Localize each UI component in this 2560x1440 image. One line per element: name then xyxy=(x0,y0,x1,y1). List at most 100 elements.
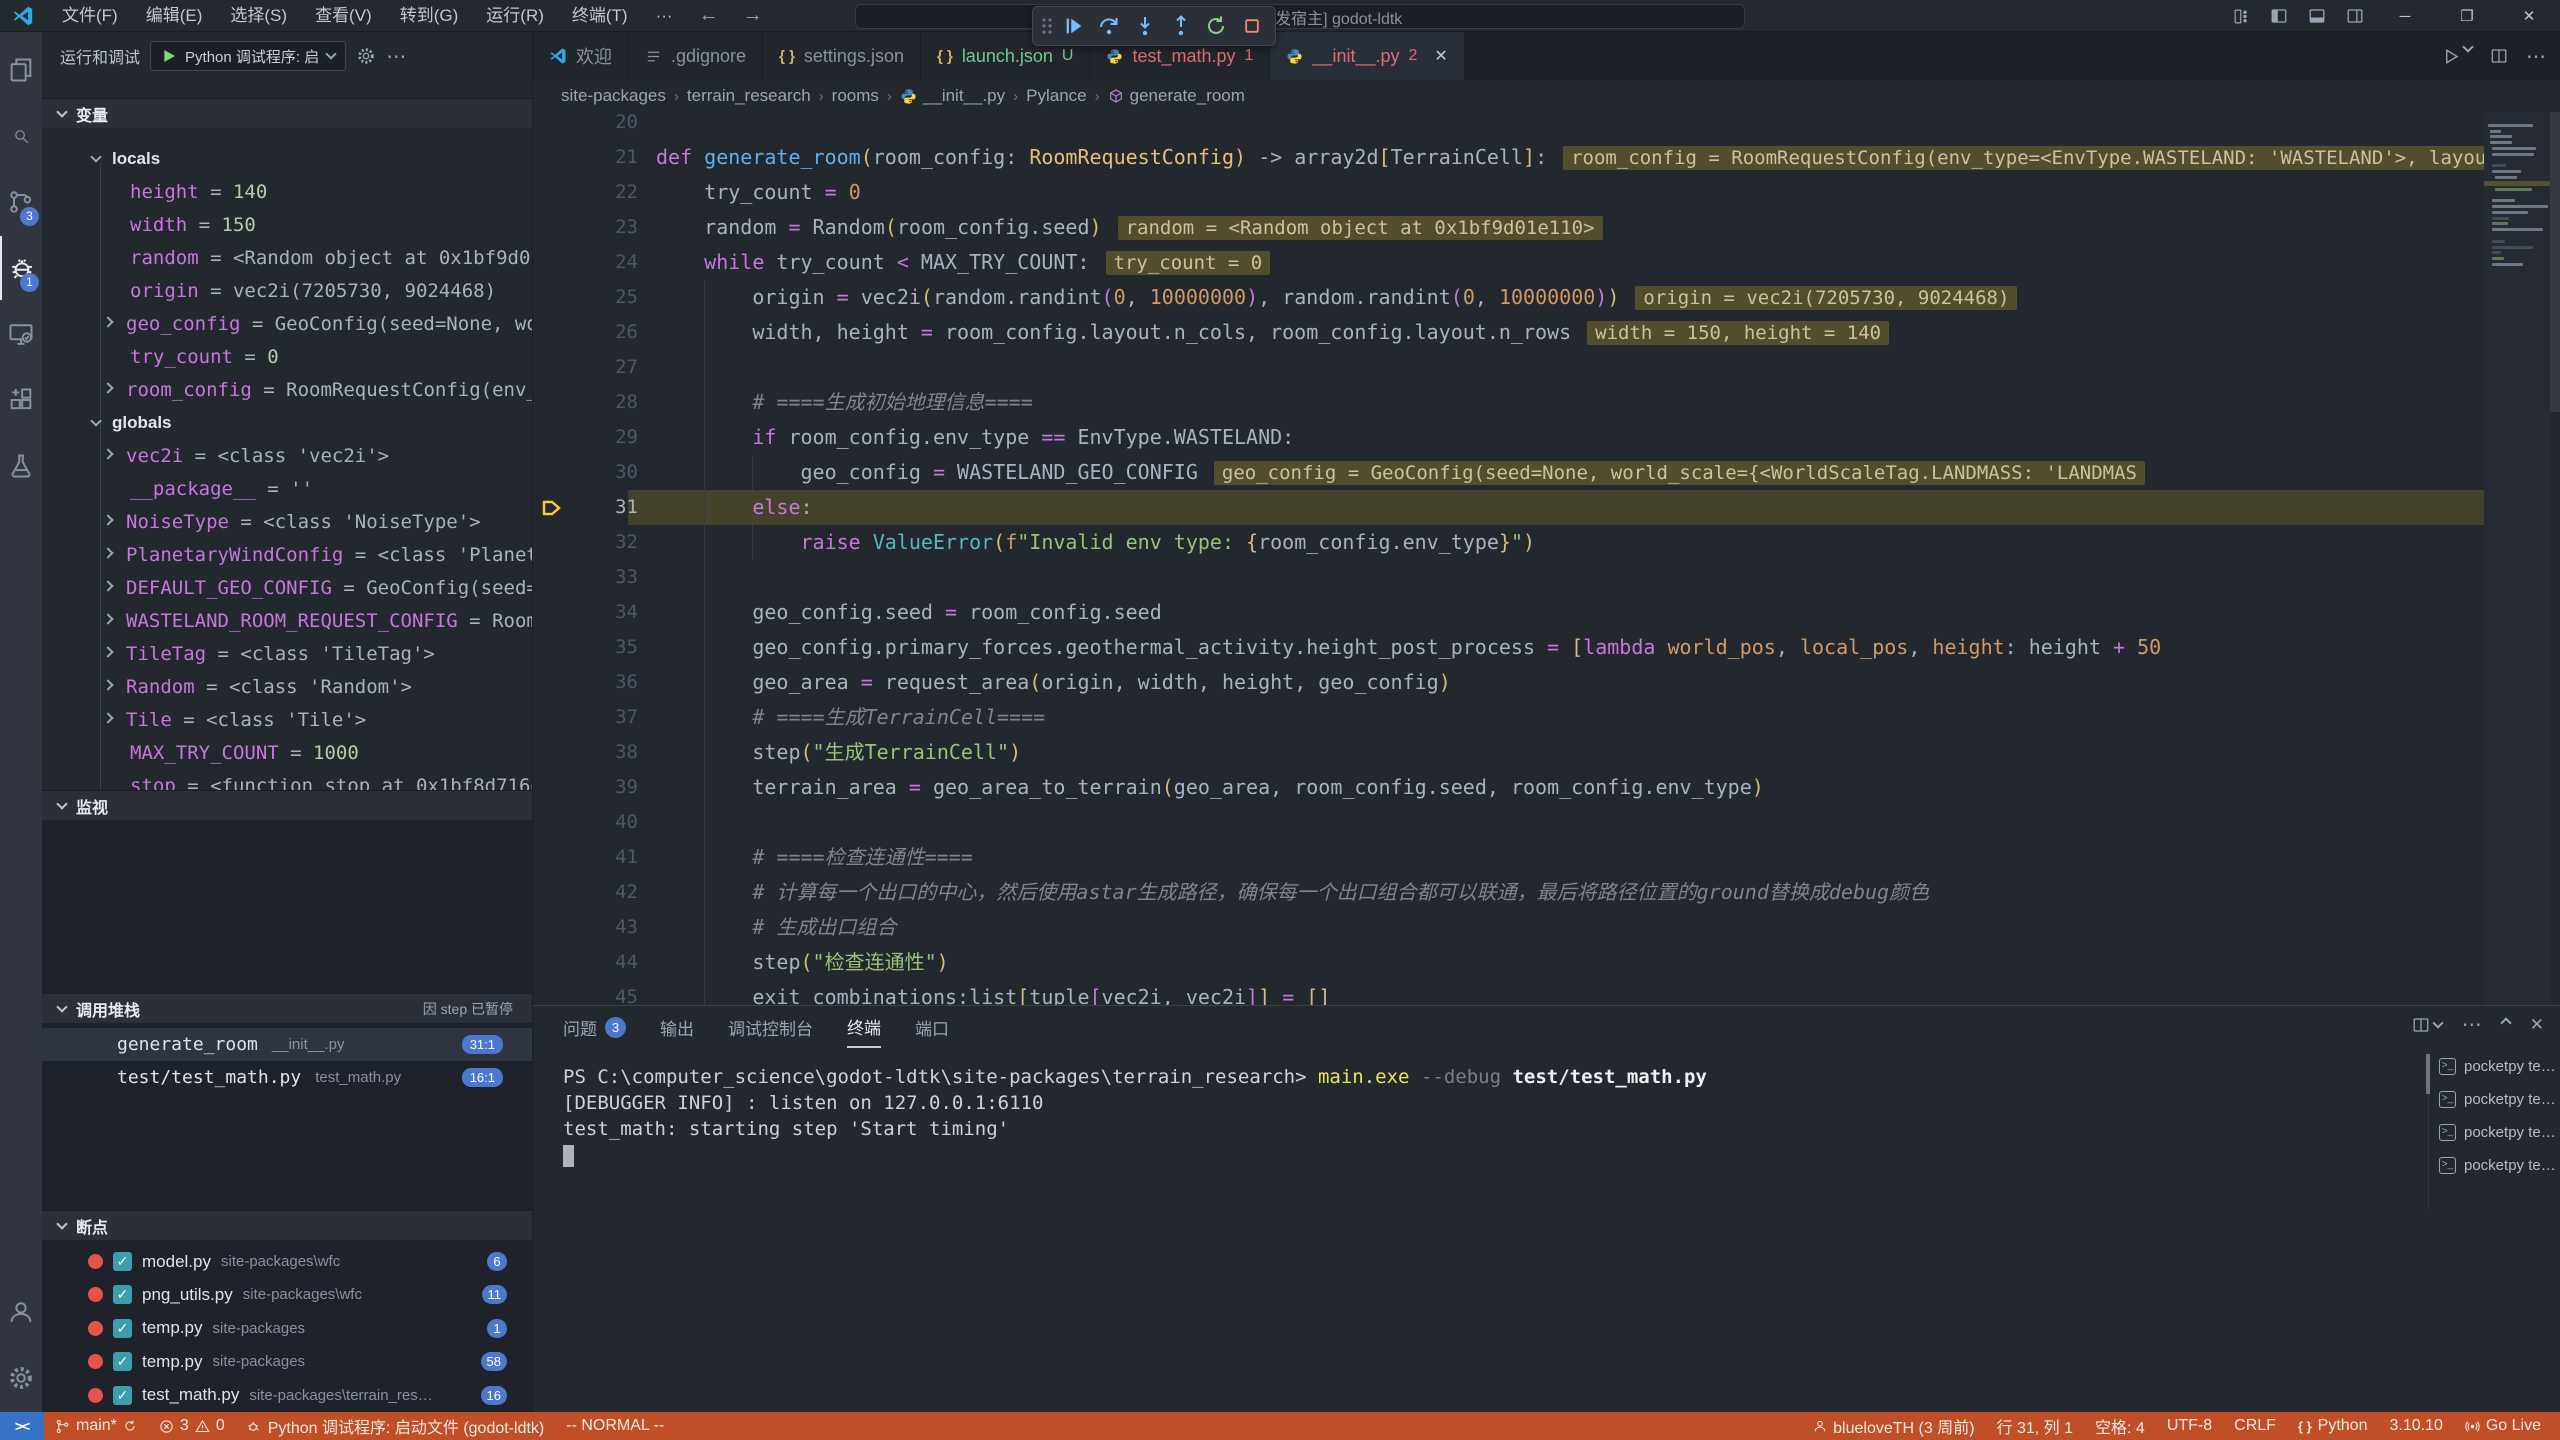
variable-row[interactable]: __package__ = '' xyxy=(42,472,533,505)
close-icon[interactable]: ✕ xyxy=(1434,46,1447,66)
code-line-23[interactable]: 23 random = Random(room_config.seed)rand… xyxy=(533,210,2560,245)
step-over-button[interactable] xyxy=(1095,11,1125,41)
breakpoint-row[interactable]: ✓model.pysite-packages\wfc6 xyxy=(42,1245,533,1278)
code-line-24[interactable]: 24 while try_count < MAX_TRY_COUNT:try_c… xyxy=(533,245,2560,280)
restart-button[interactable] xyxy=(1202,11,1232,41)
terminal-list-item[interactable]: >_pocketpy te… xyxy=(2429,1149,2560,1182)
terminal-list-item[interactable]: >_pocketpy te… xyxy=(2429,1083,2560,1116)
breakpoint-row[interactable]: ✓test_math.pysite-packages\terrain_res…1… xyxy=(42,1379,533,1412)
extensions-icon[interactable] xyxy=(0,368,42,432)
toggle-aux-icon[interactable] xyxy=(2336,0,2374,32)
variable-row[interactable]: geo_config = GeoConfig(seed=None, wor… xyxy=(42,307,533,340)
code-line-44[interactable]: 44 step("检查连通性") xyxy=(533,945,2560,980)
breadcrumb-item[interactable]: site-packages xyxy=(561,86,666,106)
variable-row[interactable]: DEFAULT_GEO_CONFIG = GeoConfig(seed=1… xyxy=(42,571,533,604)
code-line-40[interactable]: 40 xyxy=(533,805,2560,840)
code-line-32[interactable]: 32 raise ValueError(f"Invalid env type: … xyxy=(533,525,2560,560)
code-line-35[interactable]: 35 geo_config.primary_forces.geothermal_… xyxy=(533,630,2560,665)
variable-row[interactable]: stop = <function stop at 0x1bf8d716d xyxy=(42,769,533,790)
breakpoint-checkbox[interactable]: ✓ xyxy=(113,1252,132,1271)
panel-tab-终端[interactable]: 终端 xyxy=(847,1006,881,1048)
variables-group[interactable]: globals xyxy=(42,406,533,439)
testing-icon[interactable] xyxy=(0,434,42,498)
variable-row[interactable]: Random = <class 'Random'> xyxy=(42,670,533,703)
variable-row[interactable]: origin = vec2i(7205730, 9024468) xyxy=(42,274,533,307)
menu-2[interactable]: 选择(S) xyxy=(216,0,301,32)
terminal-output[interactable]: PS C:\computer_science\godot-ldtk\site-p… xyxy=(563,1064,1707,1167)
panel-tab-输出[interactable]: 输出 xyxy=(660,1006,694,1048)
status-item[interactable]: >< xyxy=(0,1412,44,1440)
breakpoint-checkbox[interactable]: ✓ xyxy=(113,1386,132,1405)
code-line-42[interactable]: 42 # 计算每一个出口的中心，然后使用astar生成路径，确保每一个出口组合都… xyxy=(533,875,2560,910)
code-line-37[interactable]: 37 # ====生成TerrainCell==== xyxy=(533,700,2560,735)
stack-frame[interactable]: generate_room__init__.py31:1 xyxy=(42,1028,533,1061)
status-item-blueloveTH3[interactable]: blueloveTH (3 周前) xyxy=(1802,1412,1985,1440)
stop-button[interactable] xyxy=(1237,11,1267,41)
tab-[interactable]: 欢迎 xyxy=(533,32,629,80)
status-item-NORMAL[interactable]: -- NORMAL -- xyxy=(555,1412,675,1440)
variable-row[interactable]: TileTag = <class 'TileTag'> xyxy=(42,637,533,670)
step-into-button[interactable] xyxy=(1130,11,1160,41)
restore-button[interactable]: ❐ xyxy=(2436,0,2498,32)
start-debug-icon[interactable] xyxy=(161,48,177,64)
code-line-34[interactable]: 34 geo_config.seed = room_config.seed xyxy=(533,595,2560,630)
variables-group[interactable]: locals xyxy=(42,142,533,175)
menu-5[interactable]: 运行(R) xyxy=(472,0,558,32)
variable-row[interactable]: Tile = <class 'Tile'> xyxy=(42,703,533,736)
tab-.gdignore[interactable]: .gdignore xyxy=(629,32,763,80)
toggle-sidebar-icon[interactable] xyxy=(2260,0,2298,32)
code-line-33[interactable]: 33 xyxy=(533,560,2560,595)
breakpoint-checkbox[interactable]: ✓ xyxy=(113,1319,132,1338)
breadcrumb-item[interactable]: __init__.py xyxy=(900,86,1005,106)
code-line-31[interactable]: 31 else: xyxy=(533,490,2560,525)
panel-tab-端口[interactable]: 端口 xyxy=(915,1006,949,1048)
breadcrumb-item[interactable]: generate_room xyxy=(1108,86,1245,106)
panel-tab-问题[interactable]: 问题3 xyxy=(563,1006,626,1048)
breakpoint-row[interactable]: ✓temp.pysite-packages58 xyxy=(42,1345,533,1378)
command-center-search[interactable]: [扩展开发宿主] godot-ldtk xyxy=(855,4,1745,29)
split-editor-button[interactable] xyxy=(2490,47,2508,65)
code-line-39[interactable]: 39 terrain_area = geo_area_to_terrain(ge… xyxy=(533,770,2560,805)
drag-grip-icon[interactable] xyxy=(1041,17,1053,35)
breakpoint-row[interactable]: ✓png_utils.pysite-packages\wfc11 xyxy=(42,1278,533,1311)
breadcrumb-item[interactable]: terrain_research xyxy=(687,86,811,106)
breakpoints-section-header[interactable]: 断点 xyxy=(42,1210,533,1240)
continue-button[interactable] xyxy=(1059,11,1089,41)
variables-section-header[interactable]: 变量 xyxy=(42,98,533,128)
close-button[interactable]: ✕ xyxy=(2498,0,2560,32)
stack-frame[interactable]: test/test_math.pytest_math.py16:1 xyxy=(42,1061,533,1094)
code-line-25[interactable]: 25 origin = vec2i(random.randint(0, 1000… xyxy=(533,280,2560,315)
files-icon[interactable] xyxy=(0,38,42,102)
tab-settings.json[interactable]: { }settings.json xyxy=(763,32,921,80)
remote-indicator-icon[interactable]: >< xyxy=(0,1412,44,1440)
code-line-41[interactable]: 41 # ====检查连通性==== xyxy=(533,840,2560,875)
close-panel-button[interactable]: ✕ xyxy=(2530,1015,2544,1035)
nav-forward-icon[interactable]: → xyxy=(731,4,775,27)
debug-icon[interactable]: 1 xyxy=(0,236,42,300)
variable-row[interactable]: NoiseType = <class 'NoiseType'> xyxy=(42,505,533,538)
menu-3[interactable]: 查看(V) xyxy=(301,0,386,32)
status-item-3[interactable]: 30 xyxy=(148,1412,236,1440)
status-item-311[interactable]: 行 31, 列 1 xyxy=(1986,1412,2084,1440)
code-line-21[interactable]: 21def generate_room(room_config: RoomReq… xyxy=(533,140,2560,175)
code-line-38[interactable]: 38 step("生成TerrainCell") xyxy=(533,735,2560,770)
remote-explorer-icon[interactable] xyxy=(0,302,42,366)
search-icon[interactable] xyxy=(0,104,42,168)
callstack-section-header[interactable]: 调用堆栈因 step 已暂停 xyxy=(42,993,533,1023)
breakpoint-checkbox[interactable]: ✓ xyxy=(113,1352,132,1371)
variable-row[interactable]: random = <Random object at 0x1bf9d01e… xyxy=(42,241,533,274)
terminal-list-item[interactable]: >_pocketpy te… xyxy=(2429,1050,2560,1083)
code-line-27[interactable]: 27 xyxy=(533,350,2560,385)
variable-row[interactable]: try_count = 0 xyxy=(42,340,533,373)
menu-7[interactable]: ··· xyxy=(642,0,687,32)
status-item-4[interactable]: 空格: 4 xyxy=(2084,1412,2156,1440)
status-item-Python[interactable]: { }Python xyxy=(2287,1412,2379,1440)
code-line-43[interactable]: 43 # 生成出口组合 xyxy=(533,910,2560,945)
toggle-panel-icon[interactable] xyxy=(2298,0,2336,32)
code-line-29[interactable]: 29 if room_config.env_type == EnvType.WA… xyxy=(533,420,2560,455)
split-terminal-button[interactable] xyxy=(2412,1016,2442,1034)
panel-tab-调试控制台[interactable]: 调试控制台 xyxy=(728,1006,813,1048)
nav-back-icon[interactable]: ← xyxy=(687,4,731,27)
breakpoint-checkbox[interactable]: ✓ xyxy=(113,1285,132,1304)
menu-1[interactable]: 编辑(E) xyxy=(132,0,217,32)
